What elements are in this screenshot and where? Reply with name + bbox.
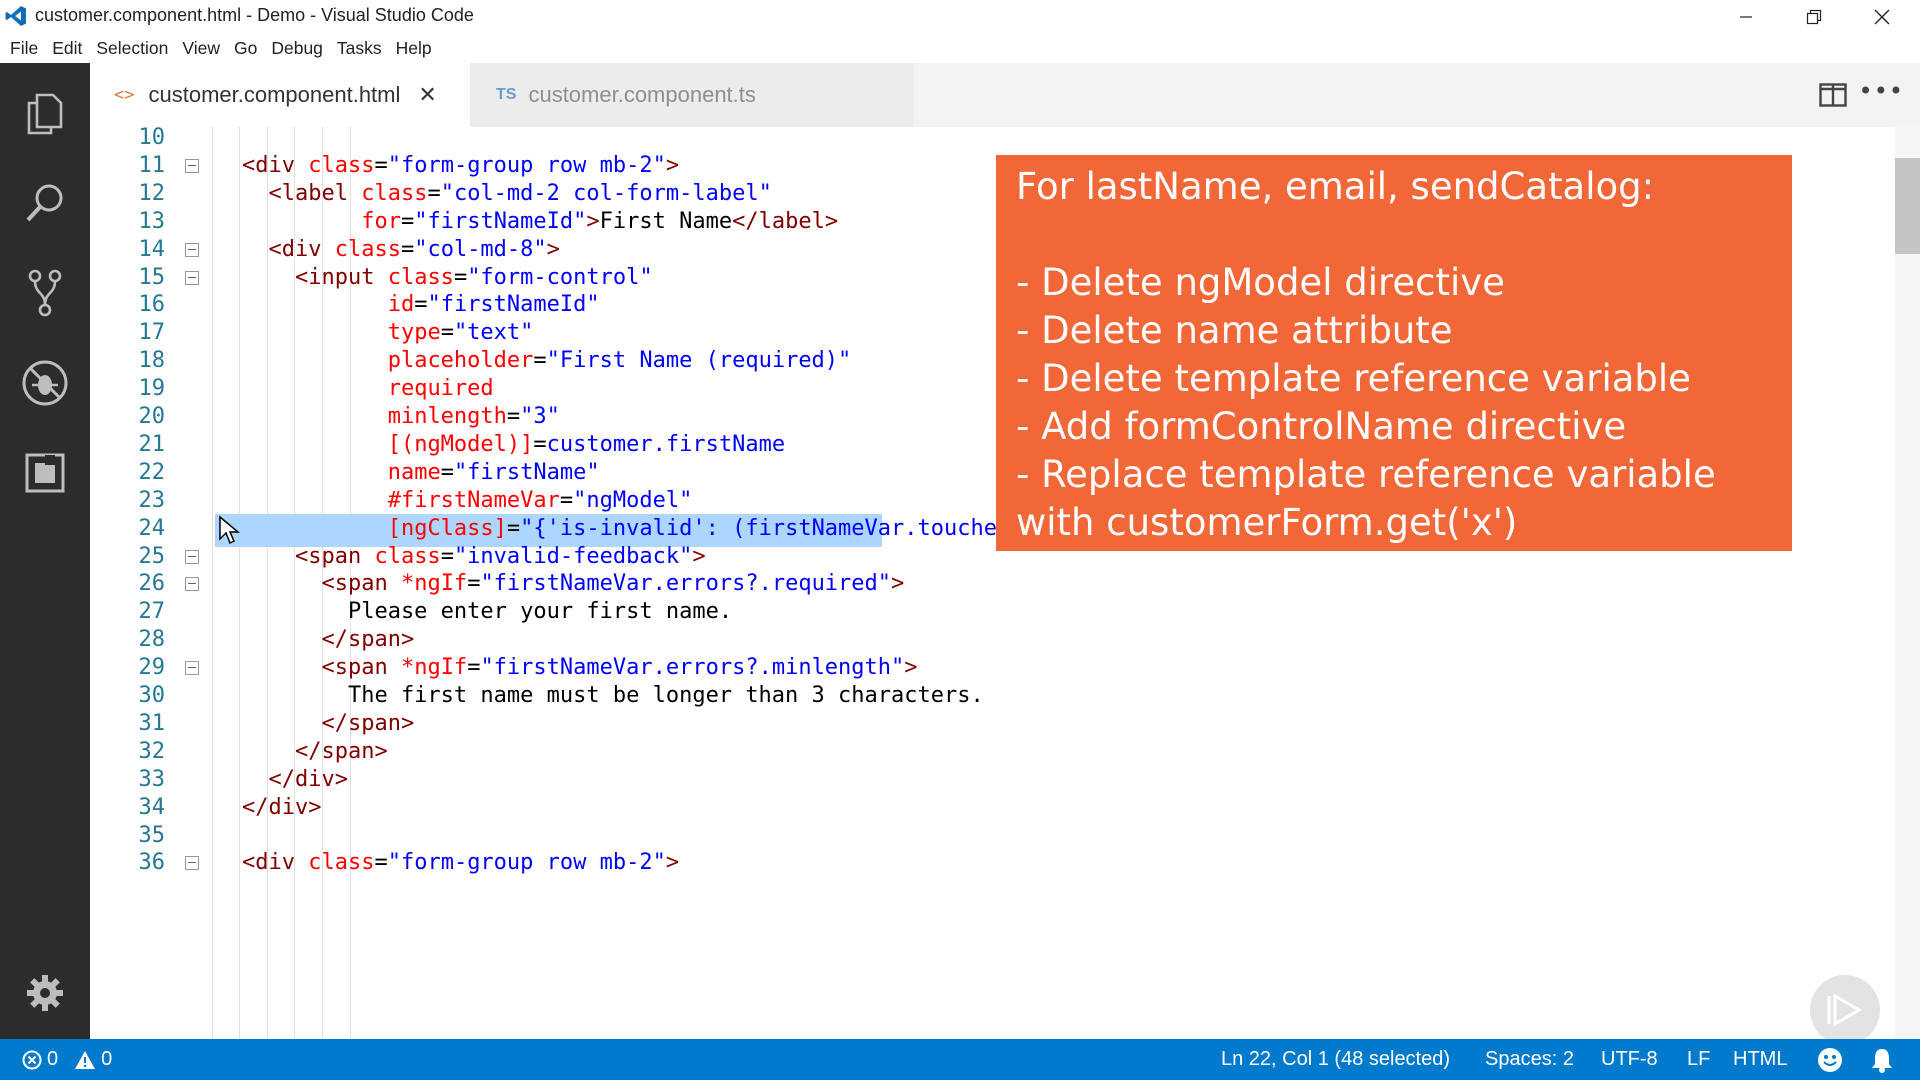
menu-view[interactable]: View (175, 33, 227, 63)
debug-icon[interactable] (0, 338, 90, 428)
close-window-button[interactable] (1848, 0, 1916, 33)
fold-toggle-icon[interactable] (185, 242, 199, 257)
title-bar: customer.component.html - Demo - Visual … (0, 0, 1920, 33)
vscode-logo-icon (5, 6, 26, 26)
extensions-icon[interactable] (0, 428, 90, 518)
editor-tab-bar: <> customer.component.html ✕ TS customer… (90, 63, 1920, 127)
notifications-button[interactable] (1870, 1039, 1894, 1080)
vertical-scrollbar[interactable] (1895, 127, 1920, 1039)
menu-tasks[interactable]: Tasks (330, 33, 389, 63)
play-video-button[interactable] (1810, 975, 1880, 1045)
smiley-feedback-icon (1818, 1047, 1842, 1072)
tab-customer-component-ts[interactable]: TS customer.component.ts (470, 63, 914, 127)
settings-gear-icon[interactable] (0, 948, 90, 1038)
scrollbar-thumb[interactable] (1895, 158, 1920, 254)
activity-bar (0, 63, 90, 1039)
minimize-icon (1740, 15, 1752, 18)
language-mode[interactable]: HTML (1733, 1039, 1787, 1080)
code-text: <div class="form-group row mb-2"> (242, 850, 680, 876)
close-icon (1874, 9, 1890, 24)
end-of-line-setting[interactable]: LF (1687, 1039, 1710, 1080)
bell-notification-icon (1872, 1048, 1892, 1073)
tab-label: customer.component.html (148, 82, 401, 107)
instruction-callout: For lastName, email, sendCatalog: - Dele… (996, 155, 1792, 551)
indentation-setting[interactable]: Spaces: 2 (1485, 1039, 1574, 1080)
more-actions-icon[interactable]: ••• (1859, 77, 1904, 105)
close-tab-icon[interactable]: ✕ (418, 82, 436, 108)
fold-toggle-icon[interactable] (185, 577, 199, 592)
tab-label: customer.component.ts (528, 82, 756, 107)
fold-toggle-icon[interactable] (185, 270, 199, 285)
warning-icon (75, 1050, 96, 1069)
line-number: 36 (138, 850, 166, 876)
problems-indicator[interactable]: 0 0 (22, 1039, 112, 1080)
callout-text: For lastName, email, sendCatalog: - Dele… (1016, 165, 1716, 544)
fold-toggle-icon[interactable] (185, 158, 199, 173)
restore-icon (1806, 9, 1822, 24)
status-bar: 0 0 Ln 22, Col 1 (48 selected) Spaces: 2… (0, 1039, 1920, 1080)
warning-count: 0 (101, 1048, 113, 1070)
search-icon[interactable] (0, 158, 90, 248)
menu-go[interactable]: Go (227, 33, 264, 63)
tab-customer-component-html[interactable]: <> customer.component.html ✕ (90, 63, 470, 127)
error-icon (22, 1050, 42, 1069)
typescript-file-icon: TS (496, 86, 517, 103)
explorer-icon[interactable] (0, 68, 90, 158)
feedback-button[interactable] (1817, 1039, 1843, 1080)
menu-help[interactable]: Help (389, 33, 439, 63)
menu-debug[interactable]: Debug (264, 33, 330, 63)
error-count: 0 (47, 1048, 59, 1070)
mouse-pointer-icon (219, 515, 240, 545)
window-title: customer.component.html - Demo - Visual … (35, 5, 474, 25)
fold-toggle-icon[interactable] (185, 549, 199, 564)
code-line: 36 <div class="form-group row mb-2"> (90, 846, 1910, 880)
play-icon (1827, 993, 1862, 1027)
minimize-button[interactable] (1712, 0, 1780, 33)
encoding-setting[interactable]: UTF-8 (1601, 1039, 1658, 1080)
cursor-position[interactable]: Ln 22, Col 1 (48 selected) (1221, 1039, 1450, 1080)
source-control-icon[interactable] (0, 248, 90, 338)
menu-edit[interactable]: Edit (45, 33, 89, 63)
menu-file[interactable]: File (3, 33, 45, 63)
restore-button[interactable] (1780, 0, 1848, 33)
menu-selection[interactable]: Selection (89, 33, 175, 63)
html-file-icon: <> (114, 85, 135, 105)
fold-toggle-icon[interactable] (185, 856, 199, 871)
fold-toggle-icon[interactable] (185, 661, 199, 676)
split-editor-icon[interactable] (1819, 83, 1847, 107)
menu-bar: File Edit Selection View Go Debug Tasks … (0, 33, 1920, 63)
